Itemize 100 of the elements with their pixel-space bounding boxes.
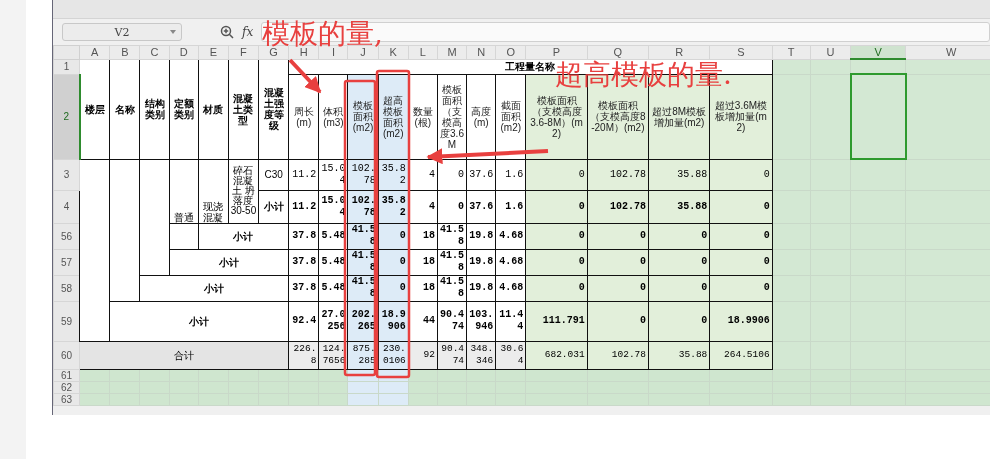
column-header[interactable]: V (850, 45, 906, 59)
column-header[interactable]: L (408, 45, 438, 59)
column-heading: 名称 (109, 59, 140, 159)
table-cell: 合计 (79, 341, 289, 369)
table-cell: 35.88 (648, 190, 710, 223)
column-heading: 结构类别 (139, 59, 170, 159)
table-cell: 小计 (258, 190, 289, 223)
row-header[interactable]: 60 (53, 341, 80, 369)
column-heading: 超高模板面积(m2) (378, 74, 409, 159)
row-header[interactable]: 59 (53, 301, 80, 341)
column-heading: 混凝土强度等级 (258, 59, 289, 159)
column-header[interactable]: S (709, 45, 773, 59)
table-cell: 102.78 (587, 341, 649, 369)
table-cell: 102.78 (587, 190, 649, 223)
column-heading: 高度(m) (466, 74, 496, 159)
table-cell: 碎石混凝土 坍落度30-50 (228, 159, 259, 223)
table-cell: 现浇混凝 (198, 159, 229, 223)
table-cell: 0 (437, 159, 467, 190)
table-cell: 102.78 (587, 159, 649, 190)
column-header[interactable]: R (648, 45, 710, 59)
table-cell: 0 (648, 301, 710, 341)
table-cell: 37.6 (466, 190, 496, 223)
row-header[interactable]: 3 (53, 159, 80, 190)
table-cell: 18 (408, 275, 438, 301)
table-cell: 1.6 (495, 190, 526, 223)
table-cell: 37.8 (288, 223, 319, 249)
table-cell: 0 (525, 190, 588, 223)
row-header[interactable]: 56 (53, 223, 80, 249)
table-cell: 682.031 (525, 341, 588, 369)
table-cell: 18.9906 (709, 301, 773, 341)
column-header[interactable]: A (79, 45, 110, 59)
table-cell: 4 (408, 190, 438, 223)
row-header[interactable]: 58 (53, 275, 80, 301)
table-cell: 小计 (109, 301, 289, 341)
table-cell: 37.8 (288, 249, 319, 275)
table-cell: 37.6 (466, 159, 496, 190)
table-cell: 0 (525, 159, 588, 190)
table-cell: 0 (709, 190, 773, 223)
column-heading: 材质 (198, 59, 229, 159)
column-header[interactable]: N (466, 45, 496, 59)
table-cell: 4.68 (495, 275, 526, 301)
table-cell: 小计 (198, 223, 289, 249)
function-label[interactable]: fx (242, 25, 254, 39)
column-header[interactable]: B (109, 45, 140, 59)
column-header[interactable]: O (495, 45, 526, 59)
column-heading: 混凝土类型 (228, 59, 259, 159)
table-cell: 19.8 (466, 275, 496, 301)
column-header[interactable]: Q (587, 45, 649, 59)
column-heading: 定额类别 (169, 59, 199, 159)
table-cell: 1.6 (495, 159, 526, 190)
table-cell: 41.58 (437, 249, 467, 275)
row-header[interactable]: 57 (53, 249, 80, 275)
column-heading: 数量(根) (408, 74, 438, 159)
zoom-icon[interactable] (220, 25, 234, 39)
column-header[interactable]: E (198, 45, 229, 59)
column-header[interactable]: U (810, 45, 851, 59)
caret-icon (170, 30, 176, 34)
name-box[interactable]: V2 (62, 23, 182, 41)
column-heading: 体积(m3) (318, 74, 348, 159)
table-cell: 41.58 (437, 275, 467, 301)
table-cell: 19.8 (466, 249, 496, 275)
row-header[interactable]: 4 (53, 190, 80, 223)
table-cell: 264.5106 (709, 341, 773, 369)
column-heading: 周长(m) (288, 74, 319, 159)
table-cell: 18 (408, 249, 438, 275)
table-cell: 35.88 (648, 341, 710, 369)
table-cell: 4.68 (495, 249, 526, 275)
column-header[interactable]: M (437, 45, 467, 59)
table-cell: 4.68 (495, 223, 526, 249)
selected-cell[interactable] (850, 74, 906, 159)
table-cell: 4 (408, 159, 438, 190)
table-cell: 11.44 (495, 301, 526, 341)
column-header[interactable]: D (169, 45, 199, 59)
table-cell: 小计 (139, 275, 289, 301)
table-cell: 103.946 (466, 301, 496, 341)
column-heading: 截面面积(m2) (495, 74, 526, 159)
table-cell: 92.4 (288, 301, 319, 341)
table-cell: 44 (408, 301, 438, 341)
arrow (288, 58, 322, 94)
column-header[interactable]: T (772, 45, 811, 59)
table-cell: 90.474 (437, 301, 467, 341)
column-header[interactable]: W (905, 45, 990, 59)
column-header[interactable]: P (525, 45, 588, 59)
table-cell: 37.8 (288, 275, 319, 301)
column-header[interactable]: F (228, 45, 259, 59)
table-cell: 11.2 (288, 159, 319, 190)
table-cell: 18 (408, 223, 438, 249)
table-cell: 0 (587, 301, 649, 341)
table-cell: 11.2 (288, 190, 319, 223)
column-header[interactable]: C (139, 45, 170, 59)
table-cell: 0 (709, 159, 773, 190)
column-heading: 模板面积（支模高度3.6M (437, 74, 467, 159)
table-cell: C30 (258, 159, 289, 190)
row-header[interactable]: 2 (53, 74, 80, 159)
table-cell: 111.791 (525, 301, 588, 341)
table-cell: 35.88 (648, 159, 710, 190)
table-cell: 0 (437, 190, 467, 223)
table-cell: 普通 (169, 159, 199, 223)
table-cell: 小计 (169, 249, 289, 275)
column-header[interactable]: K (378, 45, 409, 59)
